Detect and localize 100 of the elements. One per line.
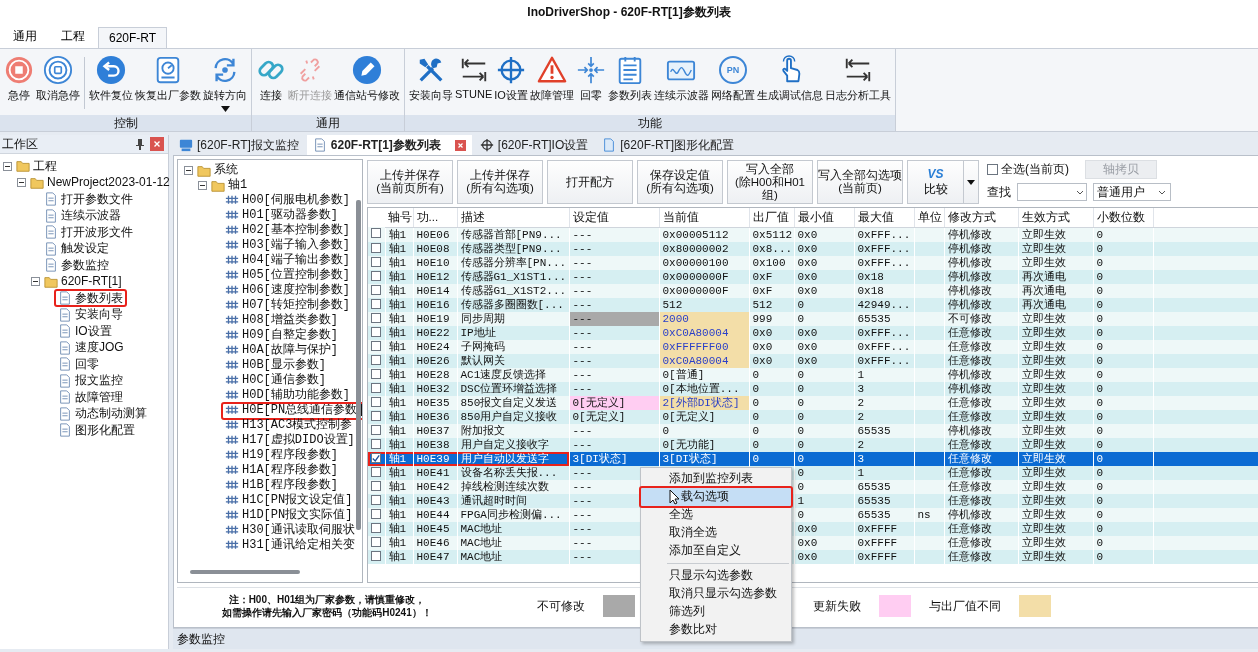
tree-item[interactable]: H02[基本控制参数]	[223, 223, 352, 238]
checkbox[interactable]	[371, 438, 381, 449]
tree-item[interactable]: H1D[PN报文实际值]	[223, 508, 355, 523]
collapse-icon[interactable]	[184, 166, 193, 175]
tree-item[interactable]: 参数列表	[56, 291, 125, 306]
tree-item[interactable]: H1A[程序段参数]	[223, 463, 340, 478]
checkbox[interactable]	[371, 424, 381, 435]
tree-item[interactable]: 打开波形文件	[42, 225, 135, 240]
checkbox[interactable]	[371, 228, 381, 239]
checkbox[interactable]	[371, 298, 381, 309]
column-header[interactable]: 最大值	[854, 208, 914, 227]
checkbox[interactable]	[371, 536, 381, 547]
checkbox[interactable]	[371, 270, 381, 281]
ribbon-button[interactable]: 取消急停	[35, 53, 81, 105]
document-tab[interactable]: 620F-RT[1]参数列表	[306, 135, 472, 155]
checkbox[interactable]	[371, 480, 381, 491]
tree-item[interactable]: 速度JOG	[56, 340, 126, 355]
tree-item[interactable]: 故障管理	[56, 390, 125, 405]
tree-item[interactable]: H09[自整定参数]	[223, 328, 340, 343]
ribbon-button[interactable]: 急停	[3, 53, 35, 105]
tree-item[interactable]: H19[程序段参数]	[223, 448, 340, 463]
checkbox[interactable]	[371, 410, 381, 421]
ribbon-button[interactable]: 回零	[574, 53, 607, 105]
checkbox[interactable]	[371, 284, 381, 295]
checkbox[interactable]	[371, 340, 381, 351]
checkbox[interactable]	[371, 242, 381, 253]
action-button[interactable]: 写入全部 (除H00和H01组)	[727, 160, 813, 204]
collapse-icon[interactable]	[17, 178, 26, 188]
ribbon-tab[interactable]: 工程	[50, 24, 96, 48]
tree-item[interactable]: 回零	[56, 357, 101, 372]
checkbox[interactable]	[371, 453, 381, 463]
checkbox[interactable]	[371, 256, 381, 267]
tree-item[interactable]: H06[速度控制参数]	[223, 283, 352, 298]
ribbon-button[interactable]: 通信站号修改	[333, 53, 401, 105]
tree-item[interactable]: H1C[PN报文设定值]	[223, 493, 355, 508]
column-header[interactable]: 当前值	[659, 208, 749, 227]
tree-item[interactable]: H0D[辅助功能参数]	[223, 388, 352, 403]
checkbox[interactable]	[371, 396, 381, 407]
column-header[interactable]: 功...	[413, 208, 457, 227]
tree-item[interactable]: 参数监控	[42, 258, 111, 273]
menu-item[interactable]: 载勾选项	[641, 487, 791, 506]
tree-item[interactable]: H05[位置控制参数]	[223, 268, 352, 283]
column-header[interactable]: 描述	[457, 208, 569, 227]
tree-item[interactable]: H1B[程序段参数]	[223, 478, 340, 493]
pin-icon[interactable]	[136, 138, 144, 150]
tree-item[interactable]: 动态制动测算	[56, 406, 149, 421]
action-button[interactable]: 写入全部勾选项 (当前页)	[817, 160, 903, 204]
column-header[interactable]: 设定值	[569, 208, 659, 227]
checkbox[interactable]	[371, 354, 381, 365]
action-button[interactable]: 保存设定值 (所有勾选项)	[637, 160, 723, 204]
tree-item[interactable]: 打开参数文件	[42, 192, 135, 207]
checkbox[interactable]	[371, 382, 381, 393]
checkbox[interactable]	[371, 466, 381, 477]
ribbon-button[interactable]: PN 网络配置	[709, 53, 756, 105]
tree-item[interactable]: 系统	[195, 163, 240, 178]
action-button[interactable]: 上传并保存 (所有勾选项)	[457, 160, 543, 204]
tree-item[interactable]: 触发设定	[42, 241, 111, 256]
action-button[interactable]: 打开配方	[547, 160, 633, 204]
ribbon-button[interactable]: 故障管理	[528, 53, 575, 105]
collapse-icon[interactable]	[31, 277, 40, 287]
ribbon-button[interactable]: 恢复出厂参数	[134, 53, 202, 105]
ribbon-button[interactable]: 旋转方向	[202, 53, 248, 114]
user-level-select[interactable]: 普通用户	[1093, 183, 1171, 201]
ribbon-button[interactable]: 参数列表	[606, 53, 653, 105]
tree-item[interactable]: 图形化配置	[56, 423, 137, 438]
tree-item[interactable]: 连续示波器	[42, 208, 123, 223]
column-header[interactable]: 出厂值	[749, 208, 794, 227]
checkbox[interactable]	[371, 550, 381, 561]
compare-button[interactable]: VS 比较	[907, 160, 979, 204]
tree-item[interactable]: 620F-RT[1]	[42, 274, 124, 289]
close-icon[interactable]	[150, 137, 164, 151]
ribbon-button[interactable]: 连续示波器	[652, 53, 710, 105]
tree-item[interactable]: H03[端子输入参数]	[223, 238, 352, 253]
ribbon-button[interactable]: 连接	[255, 53, 287, 105]
tree-item[interactable]: H30[通讯读取伺服状	[223, 523, 357, 538]
column-header[interactable]: 生效方式	[1018, 208, 1093, 227]
tree-item[interactable]: H17[虚拟DIDO设置]	[223, 433, 357, 448]
checkbox[interactable]	[371, 368, 381, 379]
collapse-icon[interactable]	[3, 161, 12, 171]
ribbon-tab[interactable]: 620F-RT	[98, 27, 168, 48]
tree-item[interactable]: H00[伺服电机参数]	[223, 193, 352, 208]
checkbox[interactable]	[371, 522, 381, 533]
menu-item[interactable]: 参数比对	[641, 620, 791, 639]
tree-item[interactable]: H0A[故障与保护]	[223, 343, 340, 358]
close-icon[interactable]	[454, 139, 466, 151]
tree-item[interactable]: 轴1	[209, 178, 250, 193]
search-field[interactable]	[1017, 183, 1087, 201]
tree-item[interactable]: 报文监控	[56, 373, 125, 388]
tree-item[interactable]: H07[转矩控制参数]	[223, 298, 352, 313]
scrollbar[interactable]	[356, 200, 361, 530]
action-button[interactable]: 上传并保存 (当前页所有)	[367, 160, 453, 204]
document-tab[interactable]: [620F-RT]报文监控	[173, 135, 305, 155]
tree-item[interactable]: H13[AC3模式控制参	[223, 418, 355, 433]
tree-item[interactable]: 工程	[14, 159, 59, 174]
tree-item[interactable]: H0C[通信参数]	[223, 373, 328, 388]
ribbon-button[interactable]: 安装向导	[408, 53, 454, 105]
ribbon-button[interactable]: STUNE	[454, 53, 494, 102]
select-all-checkbox[interactable]: 全选(当前页)	[987, 161, 1069, 178]
scrollbar[interactable]	[190, 570, 300, 574]
tree-item[interactable]: H31[通讯给定相关变	[223, 538, 357, 553]
